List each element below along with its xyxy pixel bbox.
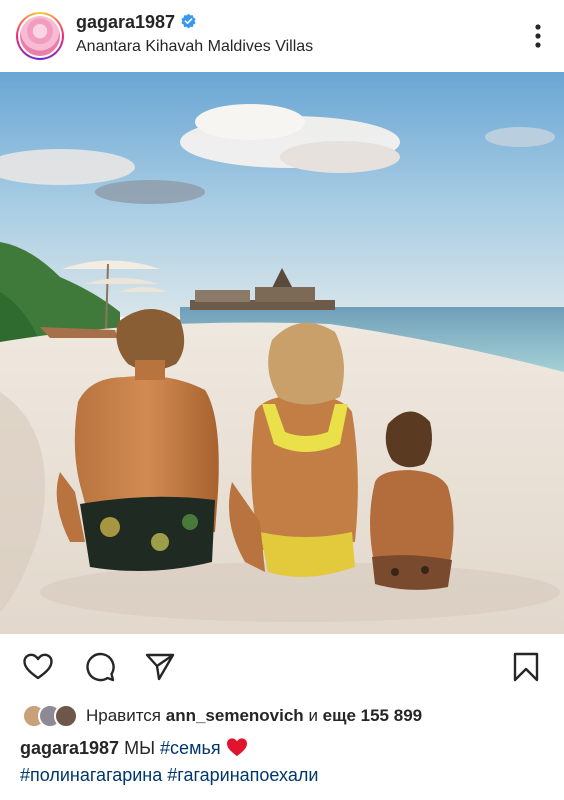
caption-hashtags: #полинагагарина #гагаринапоехали [20,765,318,786]
more-vertical-icon[interactable] [530,22,546,50]
verified-badge-icon [181,13,196,29]
heart-outline-icon[interactable] [22,651,54,683]
author-username-row: gagara1987 [76,12,197,33]
bookmark-icon[interactable] [510,651,542,683]
hashtag[interactable]: #семья [160,738,221,758]
comment-bubble-icon[interactable] [84,651,116,683]
avatar-image [20,16,60,56]
likes-user[interactable]: ann_semenovich [166,706,304,725]
likes-row[interactable]: Нравится ann_semenovich и еще 155 899 [22,703,422,729]
author-avatar[interactable] [16,12,64,60]
post-location[interactable]: Anantara Kihavah Maldives Villas [76,38,313,56]
likes-count[interactable]: еще 155 899 [323,706,422,725]
red-heart-emoji-icon [226,738,247,757]
beach-family-image [0,72,564,634]
paper-plane-icon[interactable] [144,651,176,683]
avatar-frame [18,14,62,58]
likes-text: Нравится ann_semenovich и еще 155 899 [86,706,422,726]
likes-prefix: Нравится [86,706,162,725]
post-photo[interactable] [0,72,564,634]
author-username[interactable]: gagara1987 [76,12,175,32]
liker-avatar [54,704,78,728]
post-header: gagara1987 Anantara Kihavah Maldives Vil… [0,0,564,72]
post-actions-bar [0,634,564,698]
caption-text: МЫ [124,738,156,758]
hashtag[interactable]: #гагаринапоехали [167,765,318,785]
hashtag[interactable]: #полинагагарина [20,765,162,785]
caption-username[interactable]: gagara1987 [20,738,119,758]
post-caption: gagara1987 МЫ #семья [20,737,248,759]
likes-connector: и [308,706,318,725]
